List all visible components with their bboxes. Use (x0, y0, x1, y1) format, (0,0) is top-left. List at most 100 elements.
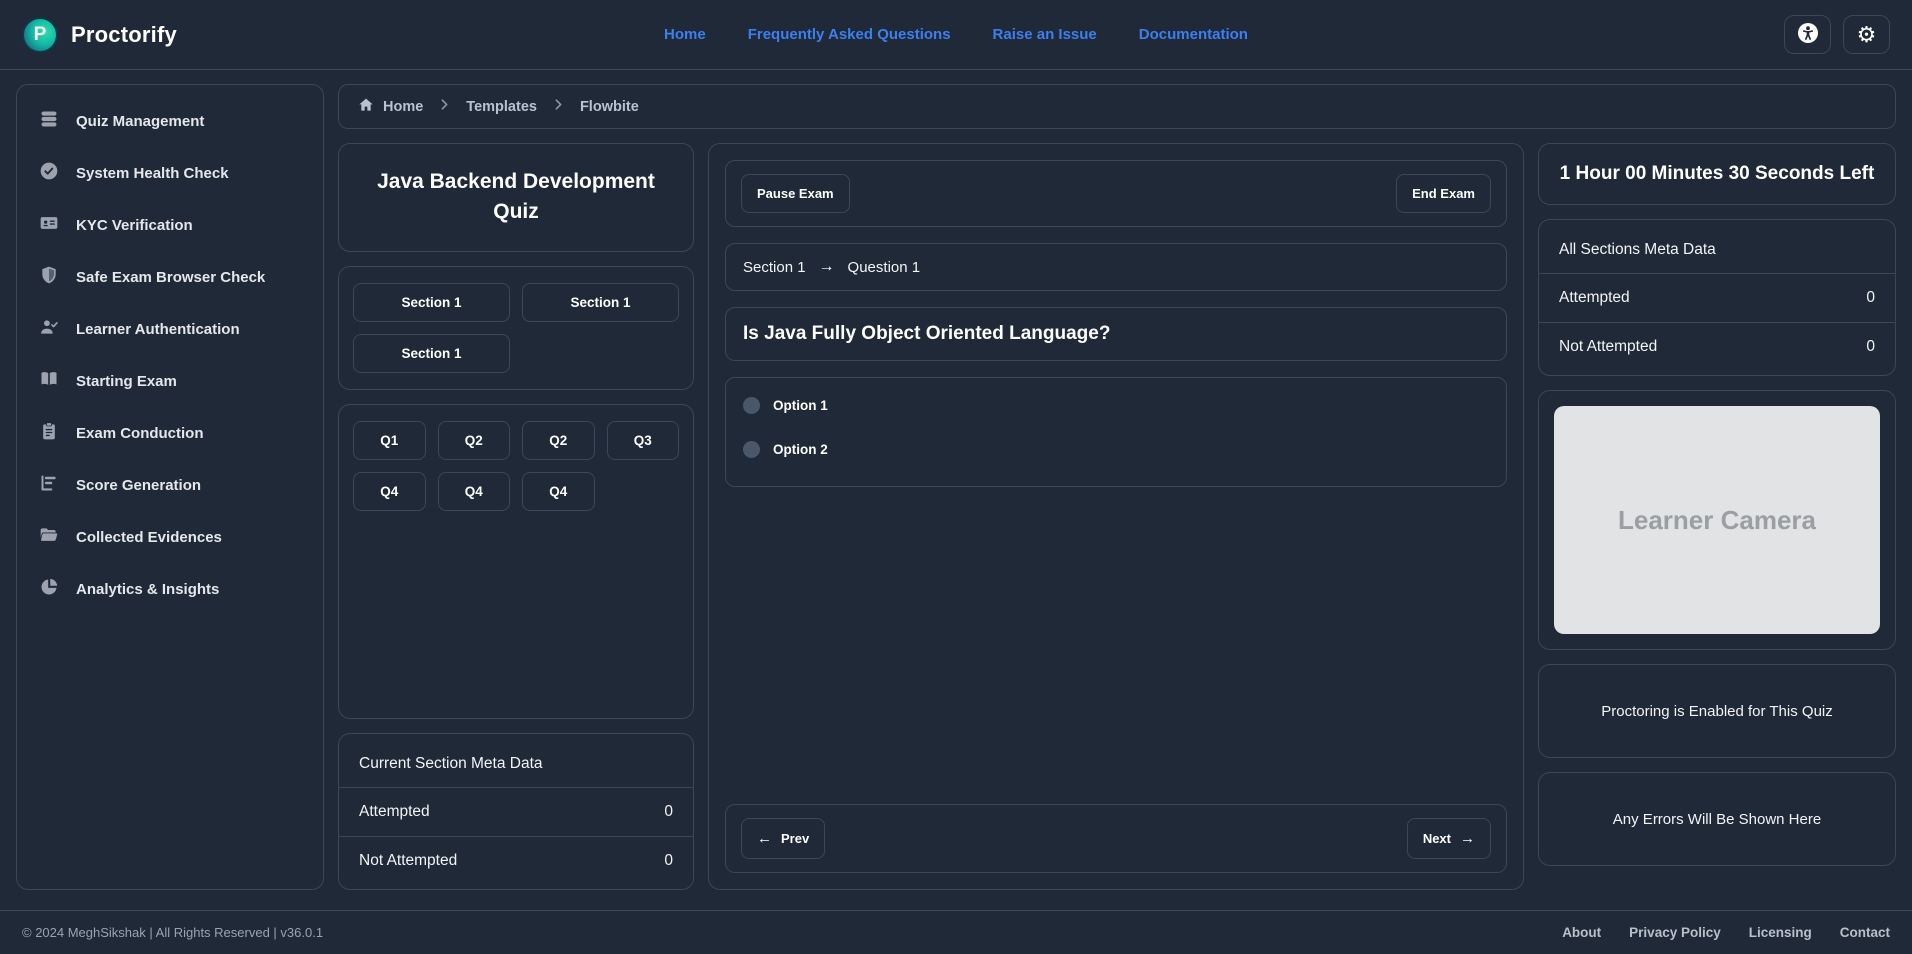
sidebar-item-analytics-insights[interactable]: Analytics & Insights (17, 563, 323, 615)
check-circle-icon (39, 161, 59, 185)
sidebar-item-label: Analytics & Insights (76, 580, 220, 598)
sidebar-item-learner-authentication[interactable]: Learner Authentication (17, 303, 323, 355)
questions-card: Q1 Q2 Q2 Q3 Q4 Q4 Q4 (338, 403, 694, 719)
meta-row-attempted: Attempted 0 (339, 788, 693, 837)
next-label: Next (1422, 831, 1451, 846)
question-button-q1[interactable]: Q1 (353, 420, 426, 460)
end-exam-button[interactable]: End Exam (1396, 174, 1491, 213)
sidebar-item-exam-conduction[interactable]: Exam Conduction (17, 407, 323, 459)
footer-link-licensing[interactable]: Licensing (1749, 925, 1812, 940)
radio-icon[interactable] (743, 397, 760, 414)
nav-link-home[interactable]: Home (664, 26, 706, 43)
meta-label: Attempted (359, 803, 430, 820)
question-button-q4[interactable]: Q4 (353, 471, 426, 511)
nav-link-documentation[interactable]: Documentation (1139, 26, 1248, 43)
sidebar-item-quiz-management[interactable]: Quiz Management (17, 95, 323, 147)
footer-link-contact[interactable]: Contact (1840, 925, 1890, 940)
sidebar-item-kyc-verification[interactable]: KYC Verification (17, 199, 323, 251)
meta-value: 0 (664, 852, 673, 869)
columns: Java Backend Development Quiz Section 1 … (338, 143, 1896, 890)
brand: P Proctorify (22, 16, 352, 53)
prev-button[interactable]: ← Prev (741, 818, 826, 859)
top-navbar: P Proctorify Home Frequently Asked Quest… (0, 0, 1912, 70)
exam-timer: 1 Hour 00 Minutes 30 Seconds Left (1538, 143, 1896, 205)
meta-value: 0 (1866, 338, 1875, 355)
sidebar-item-score-generation[interactable]: Score Generation (17, 459, 323, 511)
footer-link-privacy-policy[interactable]: Privacy Policy (1629, 925, 1721, 940)
user-check-icon (39, 317, 59, 341)
prev-label: Prev (781, 831, 810, 846)
current-section-meta-title: Current Section Meta Data (339, 738, 693, 788)
quiz-navigation-panel: Java Backend Development Quiz Section 1 … (338, 143, 694, 890)
arrow-right-icon: → (818, 258, 835, 275)
option-2[interactable]: Option 2 (743, 441, 1489, 458)
sidebar-item-safe-exam-browser-check[interactable]: Safe Exam Browser Check (17, 251, 323, 303)
brand-name: Proctorify (71, 21, 177, 47)
question-button-q3[interactable]: Q3 (606, 420, 679, 460)
sidebar-item-label: Quiz Management (76, 112, 205, 130)
proctoring-enabled-note: Proctoring is Enabled for This Quiz (1538, 664, 1896, 758)
id-card-icon (39, 213, 59, 237)
nav-link-raise-issue[interactable]: Raise an Issue (993, 26, 1097, 43)
all-sections-meta-card: All Sections Meta Data Attempted 0 Not A… (1538, 219, 1896, 376)
arrow-right-icon: → (1460, 830, 1475, 847)
options-card: Option 1 Option 2 (725, 377, 1507, 487)
errors-note: Any Errors Will Be Shown Here (1538, 772, 1896, 866)
question-button-q2[interactable]: Q2 (437, 420, 510, 460)
settings-button[interactable]: ⚙ (1843, 15, 1890, 54)
section-button-1[interactable]: Section 1 (353, 282, 510, 322)
sidebar-item-system-health-check[interactable]: System Health Check (17, 147, 323, 199)
footer-link-about[interactable]: About (1562, 925, 1601, 940)
book-open-icon (39, 369, 59, 393)
option-label: Option 2 (773, 442, 828, 457)
question-button-q2b[interactable]: Q2 (522, 420, 595, 460)
sidebar-item-label: System Health Check (76, 164, 229, 182)
current-section-meta-card: Current Section Meta Data Attempted 0 No… (338, 733, 694, 890)
section-button-3[interactable]: Section 1 (353, 333, 510, 373)
meta-row-not-attempted: Not Attempted 0 (1539, 323, 1895, 371)
main-nav: Home Frequently Asked Questions Raise an… (352, 26, 1560, 43)
shield-icon (39, 265, 59, 289)
accessibility-button[interactable] (1784, 15, 1831, 54)
radio-icon[interactable] (743, 441, 760, 458)
breadcrumb-home[interactable]: Home (358, 97, 423, 117)
path-question-label: Question 1 (847, 258, 921, 276)
copyright-text: © 2024 MeghSikshak | All Rights Reserved… (22, 925, 324, 940)
database-icon (39, 109, 59, 133)
section-button-2[interactable]: Section 1 (522, 282, 679, 322)
nav-link-faq[interactable]: Frequently Asked Questions (748, 26, 951, 43)
chevron-right-icon (552, 98, 565, 115)
breadcrumb: Home Templates Flowbite (338, 84, 1896, 129)
home-icon (358, 97, 374, 117)
next-button[interactable]: Next → (1406, 818, 1491, 859)
sidebar-item-label: Collected Evidences (76, 528, 222, 546)
sidebar-item-label: Score Generation (76, 476, 202, 494)
breadcrumb-flowbite[interactable]: Flowbite (580, 99, 639, 115)
main-area: Home Templates Flowbite Java Backend Dev… (338, 84, 1896, 890)
gear-icon: ⚙ (1856, 21, 1877, 47)
question-button-q4b[interactable]: Q4 (437, 471, 510, 511)
sidebar-item-label: Exam Conduction (76, 424, 204, 442)
section-question-path: Section 1 → Question 1 (725, 243, 1507, 291)
chevron-right-icon (438, 98, 451, 115)
breadcrumb-templates[interactable]: Templates (466, 99, 537, 115)
footer-links: About Privacy Policy Licensing Contact (1562, 925, 1890, 940)
option-1[interactable]: Option 1 (743, 397, 1489, 414)
clipboard-icon (39, 421, 59, 445)
sidebar-item-collected-evidences[interactable]: Collected Evidences (17, 511, 323, 563)
meta-label: Not Attempted (1559, 338, 1658, 355)
chart-bars-icon (39, 473, 59, 497)
arrow-left-icon: ← (757, 830, 772, 847)
exam-actions-card: Pause Exam End Exam (725, 160, 1507, 227)
all-sections-meta-title: All Sections Meta Data (1539, 224, 1895, 274)
question-button-q4c[interactable]: Q4 (522, 471, 595, 511)
sidebar-item-label: Learner Authentication (76, 320, 240, 338)
exam-spacer (725, 503, 1507, 788)
meta-row-attempted: Attempted 0 (1539, 274, 1895, 323)
exam-panel: Pause Exam End Exam Section 1 → Question… (708, 143, 1524, 890)
sidebar-item-starting-exam[interactable]: Starting Exam (17, 355, 323, 407)
question-text: Is Java Fully Object Oriented Language? (725, 307, 1507, 361)
pause-exam-button[interactable]: Pause Exam (741, 174, 850, 213)
nav-actions: ⚙ (1560, 15, 1890, 54)
accessibility-icon (1796, 21, 1820, 48)
